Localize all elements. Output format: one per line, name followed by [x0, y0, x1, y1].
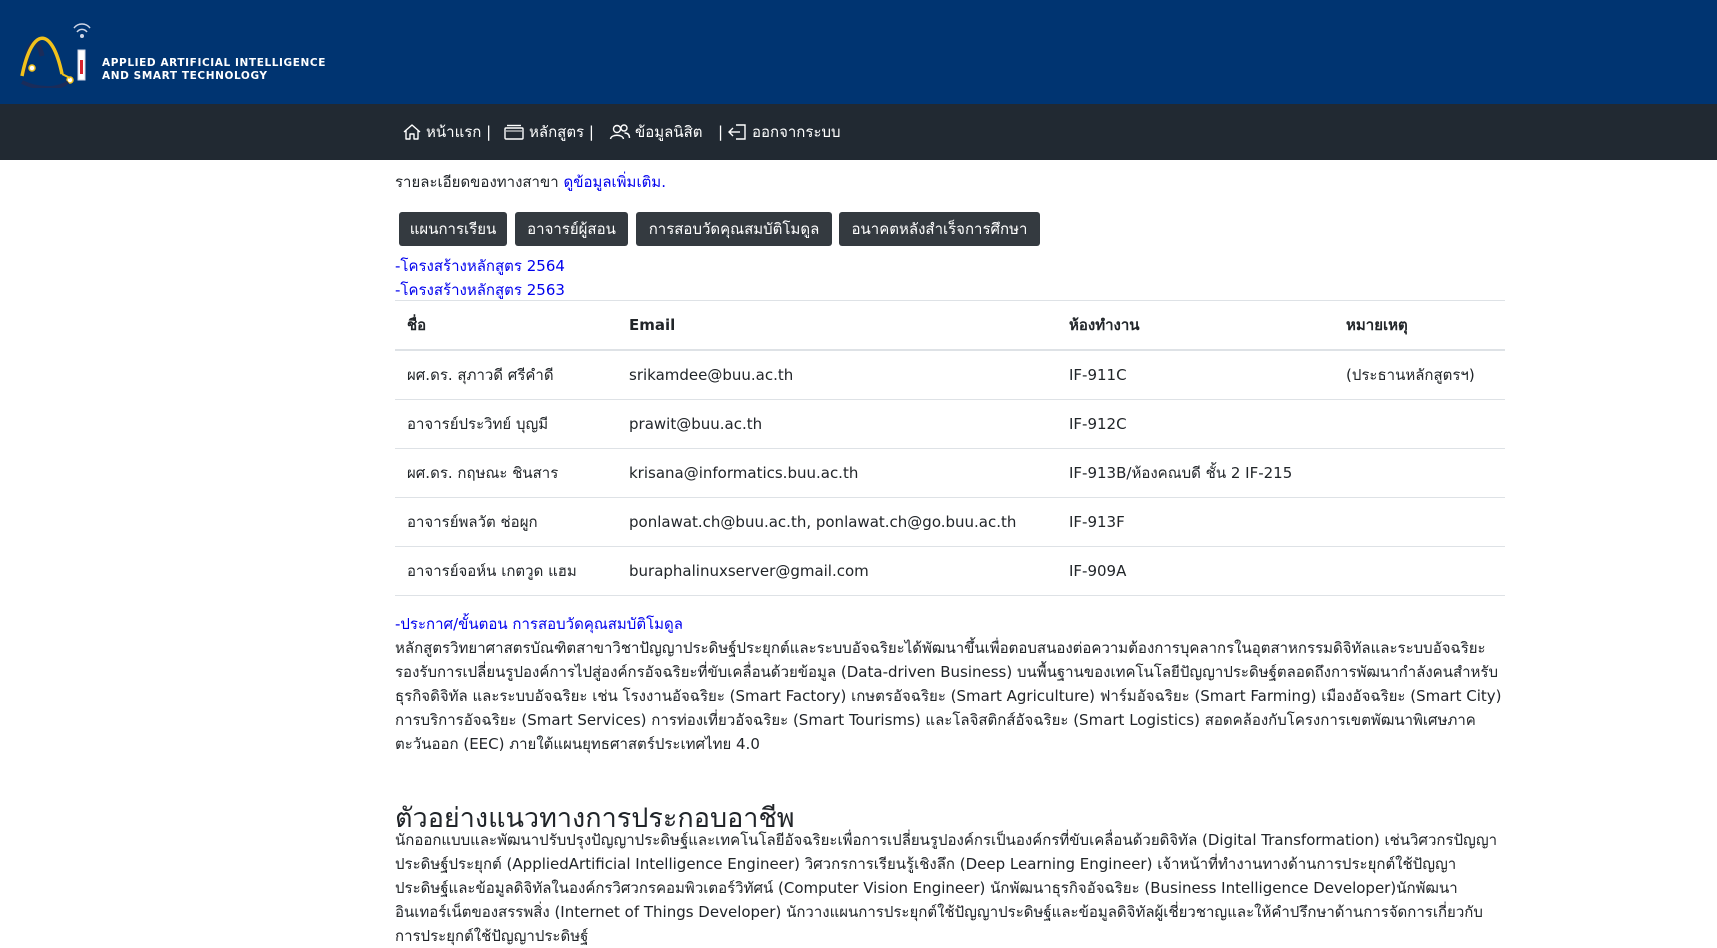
col-note-header: หมายเหตุ [1334, 300, 1505, 351]
instructor-email: srikamdee@buu.ac.th [617, 350, 1057, 400]
instructor-email: prawit@buu.ac.th [617, 399, 1057, 449]
col-email-header: Email [617, 300, 1057, 351]
instructor-note [1334, 497, 1505, 547]
instructor-office: IF-913F [1057, 497, 1334, 547]
logo-line-1: APPLIED ARTIFICIAL INTELLIGENCE [102, 57, 327, 69]
instructor-office: IF-912C [1057, 399, 1334, 449]
instructor-table: ชื่อ Email ห้องทำงาน หมายเหตุ ผศ.ดร. สุภ… [395, 300, 1505, 596]
curriculum-2564-link[interactable]: -โครงสร้างหลักสูตร 2564 [395, 254, 565, 278]
instructor-email: buraphalinuxserver@gmail.com [617, 546, 1057, 596]
instructor-note [1334, 546, 1505, 596]
header-banner: APPLIED ARTIFICIAL INTELLIGENCE AND SMAR… [0, 0, 1717, 104]
instructor-name: ผศ.ดร. กฤษณะ ชินสาร [395, 448, 617, 498]
instructor-name: อาจารย์จอห์น เกตวูด แฮม [395, 546, 617, 596]
instructor-name: ผศ.ดร. สุภาวดี ศรีคำดี [395, 350, 617, 400]
instructor-email: ponlawat.ch@buu.ac.th, ponlawat.ch@go.bu… [617, 497, 1057, 547]
col-office-header: ห้องทำงาน [1057, 300, 1334, 351]
nav-separator-label: | [718, 123, 724, 141]
table-row: ผศ.ดร. สุภาวดี ศรีคำดี srikamdee@buu.ac.… [395, 350, 1505, 400]
intro-line: รายละเอียดของทางสาขา ดูข้อมูลเพิ่มเติม. [395, 170, 666, 194]
instructor-email: krisana@informatics.buu.ac.th [617, 448, 1057, 498]
table-row: อาจารย์ประวิทย์ บุญมี prawit@buu.ac.th I… [395, 399, 1505, 449]
table-row: อาจารย์พลวัต ช่อผูก ponlawat.ch@buu.ac.t… [395, 497, 1505, 547]
book-icon [504, 124, 524, 140]
career-description: นักออกแบบและพัฒนาปรับปรุงปัญญาประดิษฐ์แล… [395, 831, 1498, 945]
logo-text: APPLIED ARTIFICIAL INTELLIGENCE AND SMAR… [102, 57, 326, 83]
intro-text: รายละเอียดของทางสาขา [395, 173, 559, 191]
instructor-note [1334, 448, 1505, 498]
nav-separator: | [718, 104, 723, 160]
instructor-name: อาจารย์ประวิทย์ บุญมี [395, 399, 617, 449]
main-navbar: หน้าแรก | หลักสูตร | ข้อมูลนิสิต | ออกจา… [0, 104, 1717, 160]
tab-study-plan-button[interactable]: แผนการเรียน [399, 212, 507, 246]
curriculum-2563-link[interactable]: -โครงสร้างหลักสูตร 2563 [395, 278, 565, 302]
table-row: อาจารย์จอห์น เกตวูด แฮม buraphalinuxserv… [395, 546, 1505, 596]
nav-student-info-label: ข้อมูลนิสิต [635, 123, 703, 141]
nav-curriculum[interactable]: หลักสูตร | [503, 104, 594, 160]
logout-icon [728, 124, 746, 140]
instructor-office: IF-913B/ห้องคณบดี ชั้น 2 IF-215 [1057, 448, 1334, 498]
table-row: ผศ.ดร. กฤษณะ ชินสาร krisana@informatics.… [395, 448, 1505, 498]
nav-curriculum-label: หลักสูตร | [529, 123, 594, 141]
logo-line-2: AND SMART TECHNOLOGY [102, 70, 268, 82]
tab-career-future-button[interactable]: อนาคตหลังสำเร็จการศึกษา [839, 212, 1040, 246]
instructor-office: IF-909A [1057, 546, 1334, 596]
nav-logout-label: ออกจากระบบ [752, 123, 841, 141]
instructor-office: IF-911C [1057, 350, 1334, 400]
tab-module-exam-button[interactable]: การสอบวัดคุณสมบัติโมดูล [636, 212, 832, 246]
ai-logo-icon[interactable] [18, 16, 98, 88]
more-info-link[interactable]: ดูข้อมูลเพิ่มเติม. [563, 173, 666, 191]
nav-logout[interactable]: ออกจากระบบ [726, 104, 841, 160]
col-name-header: ชื่อ [395, 300, 617, 351]
instructor-note [1334, 399, 1505, 449]
users-icon [609, 124, 631, 140]
nav-home[interactable]: หน้าแรก | [402, 104, 491, 160]
module-exam-announcement-link[interactable]: -ประกาศ/ขั้นตอน การสอบวัดคุณสมบัติโมดูล [395, 612, 683, 636]
table-header-row: ชื่อ Email ห้องทำงาน หมายเหตุ [395, 300, 1505, 351]
instructor-name: อาจารย์พลวัต ช่อผูก [395, 497, 617, 547]
tab-instructors-button[interactable]: อาจารย์ผู้สอน [515, 212, 628, 246]
home-icon [403, 124, 421, 140]
program-description: หลักสูตรวิทยาศาสตรบัณฑิตสาขาวิชาปัญญาประ… [395, 639, 1502, 753]
nav-student-info[interactable]: ข้อมูลนิสิต [609, 104, 703, 160]
instructor-note: (ประธานหลักสูตรฯ) [1334, 350, 1505, 400]
nav-home-label: หน้าแรก | [426, 123, 492, 141]
